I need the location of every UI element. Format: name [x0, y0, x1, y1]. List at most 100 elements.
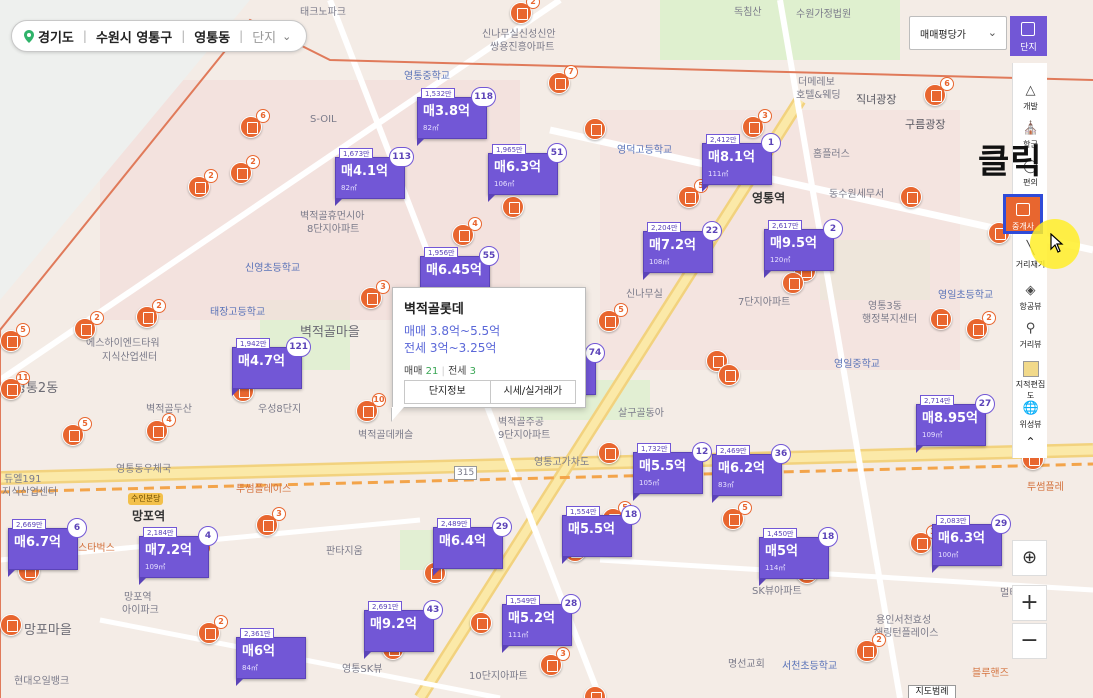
building-marker[interactable] [470, 612, 492, 634]
price-per-pyeong: 2,083만 [936, 515, 971, 526]
building-marker[interactable]: 5 [62, 417, 92, 446]
breadcrumb-city[interactable]: 수원시 영통구 [96, 27, 172, 46]
price-marker[interactable]: 2,204만 22 매7.2억 108㎡ [643, 221, 722, 280]
building-marker[interactable]: 3 [742, 109, 772, 138]
building-marker[interactable]: 2 [188, 169, 218, 198]
price-marker[interactable]: 1,554만 18 매5.5억 [562, 505, 641, 564]
price-marker[interactable]: 2,617만 2 매9.5억 120㎡ [764, 219, 843, 278]
building-marker[interactable]: 5 [722, 501, 752, 530]
building-marker[interactable]: 3 [540, 647, 570, 676]
tool-development[interactable]: △ 개발 [1013, 83, 1048, 112]
breadcrumb-type[interactable]: 단지 [252, 27, 276, 46]
building-marker[interactable]: 3 [360, 280, 390, 309]
tool-label: 지적편집도 [1015, 380, 1046, 400]
building-marker[interactable] [598, 442, 620, 464]
price-marker[interactable]: 2,469만 36 매6.2억 83㎡ [712, 444, 791, 503]
tool-label: 항공뷰 [1019, 302, 1042, 311]
tool-satellite[interactable]: 🌐 위성뷰 [1013, 401, 1048, 430]
building-marker[interactable]: 2 [230, 155, 260, 184]
sale-price: 매4.7억 [238, 354, 285, 369]
price-marker[interactable]: 1,450만 18 매5억 114㎡ [759, 527, 838, 586]
map-label: 9단지아파트 [498, 430, 551, 441]
price-marker[interactable]: 2,691만 43 매9.2억 [364, 600, 443, 659]
region-breadcrumb[interactable]: 경기도 | 수원시 영통구 | 영통동 | 단지 ⌄ [11, 20, 307, 52]
current-location-button[interactable]: ⊕ [1012, 540, 1047, 576]
building-marker[interactable]: 4 [452, 217, 482, 246]
listing-count: 121 [286, 337, 311, 357]
building-marker[interactable]: 6 [924, 77, 954, 106]
tool-aerial[interactable]: ◈ 항공뷰 [1013, 283, 1048, 312]
building-marker[interactable] [584, 118, 606, 140]
danji-toggle-button[interactable]: 단지 [1010, 16, 1047, 56]
building-marker[interactable] [718, 364, 740, 386]
building-marker[interactable]: 2 [510, 0, 540, 24]
zoom-in-button[interactable]: + [1012, 585, 1047, 621]
price-type-select[interactable]: 매매평당가 ⌄ [909, 16, 1007, 50]
sale-count-label: 매매 [404, 366, 423, 377]
area: 106㎡ [494, 180, 515, 188]
map-label: 홈플러스 [813, 149, 850, 160]
tool-label: 거리뷰 [1019, 340, 1042, 349]
price-marker[interactable]: 1,942만 121 매4.7억 [232, 337, 311, 396]
sale-price: 매8.95억 [922, 411, 978, 426]
price-marker[interactable]: 2,412만 1 매8.1억 111㎡ [702, 133, 781, 192]
price-marker[interactable]: 2,361만 매6억 84㎡ [236, 628, 306, 686]
price-marker[interactable]: 1,732만 12 매5.5억 105㎡ [633, 442, 712, 501]
map-label: 아이파크 [122, 605, 159, 616]
building-marker[interactable]: 10 [356, 393, 386, 422]
map-legend-button[interactable]: 지도범례 [908, 685, 956, 698]
map-label: 투썸플레이스 [236, 484, 292, 495]
price-marker[interactable]: 2,489만 29 매6.4억 [433, 517, 512, 576]
building-marker[interactable] [502, 196, 524, 218]
building-marker[interactable]: 2 [74, 311, 104, 340]
tool-cadastral[interactable]: 지적편집도 [1013, 361, 1048, 401]
zoom-out-button[interactable]: − [1012, 623, 1047, 659]
building-marker[interactable] [782, 272, 804, 294]
building-marker[interactable]: 3 [910, 525, 940, 554]
price-marker[interactable]: 1,532만 118 매3.8억 82㎡ [417, 87, 496, 146]
building-marker[interactable]: 5 [678, 179, 708, 208]
building-marker[interactable]: 4 [146, 413, 176, 442]
breadcrumb-dong[interactable]: 영통동 [194, 27, 230, 46]
count-divider: | [441, 366, 445, 377]
price-marker[interactable]: 2,083만 29 매6.3억 100㎡ [932, 514, 1011, 573]
area: 82㎡ [423, 124, 439, 132]
mouse-cursor-icon [1050, 233, 1064, 253]
price-marker[interactable]: 1,673만 113 매4.1억 82㎡ [335, 147, 414, 206]
location-pin-icon [24, 29, 34, 43]
building-marker[interactable]: 3 [256, 507, 286, 536]
building-marker[interactable]: 2 [198, 615, 228, 644]
complex-info-button[interactable]: 단지정보 [405, 381, 490, 403]
map-label: 벽적골데캐슬 [358, 430, 414, 441]
price-marker[interactable]: 2,669만 6 매6.7억 [8, 518, 87, 577]
price-marker[interactable]: 2,714만 27 매8.95억 109㎡ [916, 394, 995, 453]
listing-count: 43 [423, 600, 443, 620]
collapse-toolbar-button[interactable]: ⌃ [1013, 435, 1048, 449]
building-marker[interactable] [0, 614, 22, 636]
building-marker[interactable]: 2 [856, 633, 886, 662]
building-marker[interactable]: 6 [240, 109, 270, 138]
area: 109㎡ [145, 563, 166, 571]
price-marker[interactable]: 1,549만 28 매5.2억 111㎡ [502, 594, 581, 653]
building-marker[interactable]: 2 [966, 311, 996, 340]
aerial-view-icon: ◈ [1025, 283, 1036, 298]
map-label: 벽적골마을 [300, 325, 360, 340]
building-marker[interactable]: 5 [0, 323, 30, 352]
building-marker[interactable]: 7 [548, 65, 578, 94]
price-history-button[interactable]: 시세/실거래가 [489, 381, 576, 403]
building-marker[interactable]: 5 [598, 303, 628, 332]
sale-price: 매5억 [765, 544, 798, 559]
price-per-pyeong: 2,412만 [706, 134, 741, 145]
sale-price: 매6.4억 [439, 534, 486, 549]
building-marker[interactable] [930, 308, 952, 330]
map-label: 에스하이엔드타워 [86, 338, 160, 349]
price-marker[interactable]: 1,965만 51 매6.3억 106㎡ [488, 143, 567, 202]
price-per-pyeong: 2,469만 [716, 445, 751, 456]
tool-streetview[interactable]: ⚲ 거리뷰 [1013, 321, 1048, 350]
breadcrumb-province[interactable]: 경기도 [38, 27, 74, 46]
building-marker[interactable] [900, 186, 922, 208]
price-per-pyeong: 2,714만 [920, 395, 955, 406]
building-marker[interactable]: 2 [136, 299, 166, 328]
building-marker[interactable]: 11 [0, 371, 30, 400]
price-marker[interactable]: 2,184만 4 매7.2억 109㎡ [139, 526, 218, 585]
